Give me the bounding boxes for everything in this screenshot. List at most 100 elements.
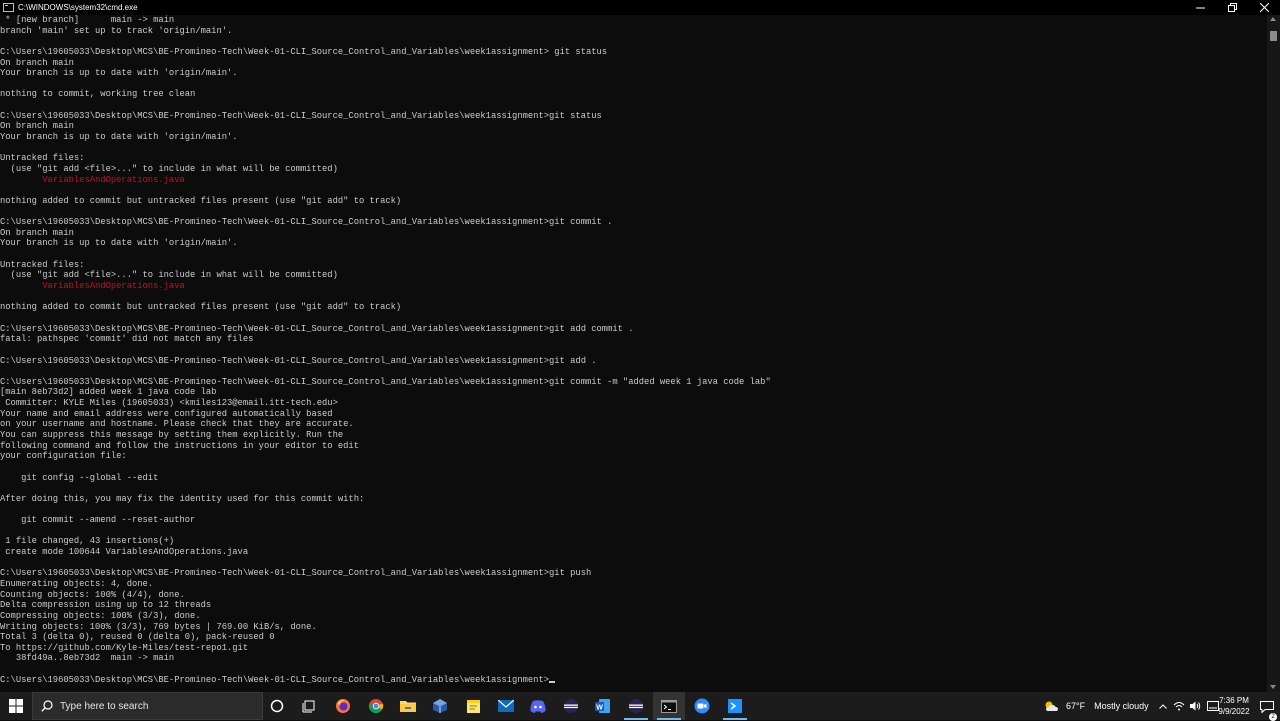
console-line: fatal: pathspec 'commit' did not match a… [0,334,254,345]
show-hidden-icons-chevron-icon[interactable] [1156,703,1170,709]
close-icon [1259,3,1269,12]
console-line: VariablesAndOperations.java [0,174,185,185]
console-line: On branch main [0,121,74,132]
command-prompt-icon[interactable] [653,692,685,720]
notification-center-button[interactable]: 2 [1260,700,1277,721]
console-line: Delta compression using up to 12 threads [0,600,212,611]
console-line: nothing to commit, working tree clean [0,89,196,100]
text-cursor [549,680,556,683]
start-button[interactable] [0,692,32,720]
console-line: C:\Users\19605033\Desktop\MCS\BE-Promine… [0,355,597,366]
console-line: On branch main [0,57,74,68]
console-line: C:\Users\19605033\Desktop\MCS\BE-Promine… [0,323,634,334]
console-output[interactable]: * [new branch] main -> main branch 'main'… [0,15,1267,692]
weather-widget[interactable]: 67°F Mostly cloudy [1044,692,1149,720]
search-icon [41,700,53,712]
console-line: After doing this, you may fix the identi… [0,493,365,504]
console-line: C:\Users\19605033\Desktop\MCS\BE-Promine… [0,675,1267,686]
console-line: VariablesAndOperations.java [0,281,185,292]
console-line: Writing objects: 100% (3/3), 769 bytes |… [0,621,317,632]
console-line: C:\Users\19605033\Desktop\MCS\BE-Promine… [0,110,602,121]
task-view-icon[interactable] [293,692,325,720]
virtualbox-icon[interactable] [424,692,456,720]
scroll-down-arrow-icon[interactable] [1270,685,1276,689]
notification-icon [1260,701,1274,714]
console-line: (use "git add <file>..." to include in w… [0,163,338,174]
volume-icon[interactable] [1187,701,1204,711]
minimize-button[interactable] [1184,0,1216,15]
windows-logo-icon [9,699,23,713]
console-line: git commit --amend --reset-author [0,515,196,526]
console-line: Untracked files: [0,259,85,270]
console-line: Compressing objects: 100% (3/3), done. [0,610,201,621]
wifi-icon[interactable] [1170,701,1187,711]
console-line: Enumerating objects: 4, done. [0,578,154,589]
file-explorer-icon[interactable] [392,692,424,720]
eclipse-icon[interactable] [555,692,587,720]
vertical-scrollbar[interactable] [1267,15,1280,692]
console-line: following command and follow the instruc… [0,440,359,451]
eclipse-2-icon[interactable] [620,692,652,720]
window-title: C:\WINDOWS\system32\cmd.exe [18,3,138,12]
console-line: C:\Users\19605033\Desktop\MCS\BE-Promine… [0,217,613,228]
console-line: 38fd49a..8eb73d2 main -> main [0,653,175,664]
cortana-icon[interactable] [261,692,293,720]
zoom-icon[interactable] [686,692,718,720]
console-line: (use "git add <file>..." to include in w… [0,270,338,281]
console-line: C:\Users\19605033\Desktop\MCS\BE-Promine… [0,568,592,579]
sticky-notes-icon[interactable] [457,692,489,720]
mail-icon[interactable] [490,692,522,720]
console-line: on your username and hostname. Please ch… [0,419,354,430]
close-button[interactable] [1248,0,1280,15]
console-line: 1 file changed, 43 insertions(+) [0,536,175,547]
firefox-icon[interactable] [327,692,359,720]
weather-temp: 67°F [1066,701,1086,711]
clock[interactable]: 7:36 PM 9/9/2022 [1212,695,1256,717]
console-line: create mode 100644 VariablesAndOperation… [0,547,249,558]
console-line: Your branch is up to date with 'origin/m… [0,238,238,249]
clock-date: 9/9/2022 [1218,707,1250,716]
taskbar-search-box[interactable] [32,692,263,720]
scroll-up-arrow-icon[interactable] [1270,17,1276,21]
discord-icon[interactable] [522,692,554,720]
word-icon[interactable]: W [587,692,619,720]
terminal-app-icon[interactable] [719,692,751,720]
search-input[interactable] [60,700,240,712]
console-line: branch 'main' set up to track 'origin/ma… [0,25,233,36]
console-line: nothing added to commit but untracked fi… [0,302,402,313]
maximize-button[interactable] [1216,0,1248,15]
minimize-icon [1195,7,1205,9]
console-line: git config --global --edit [0,472,159,483]
console-line: Committer: KYLE Miles (19605033) <kmiles… [0,398,338,409]
console-line: your configuration file: [0,451,127,462]
console-line: * [new branch] main -> main [0,15,175,25]
console-line: Your branch is up to date with 'origin/m… [0,132,238,143]
console-lines: * [new branch] main -> main branch 'main'… [0,15,1267,685]
console-line: nothing added to commit but untracked fi… [0,195,402,206]
weather-condition: Mostly cloudy [1094,701,1149,711]
console-line: Your branch is up to date with 'origin/m… [0,68,238,79]
taskbar: W 67°F Mostly cloudy 7:36 PM 9/9/2022 [0,692,1280,721]
title-bar[interactable]: C:\WINDOWS\system32\cmd.exe [0,0,1280,15]
console-line: Total 3 (delta 0), reused 0 (delta 0), p… [0,632,275,643]
restore-icon [1227,3,1237,12]
weather-cloud-icon [1045,701,1058,711]
chrome-icon[interactable] [360,692,392,720]
console-line: C:\Users\19605033\Desktop\MCS\BE-Promine… [0,46,608,57]
scroll-thumb[interactable] [1270,31,1277,41]
